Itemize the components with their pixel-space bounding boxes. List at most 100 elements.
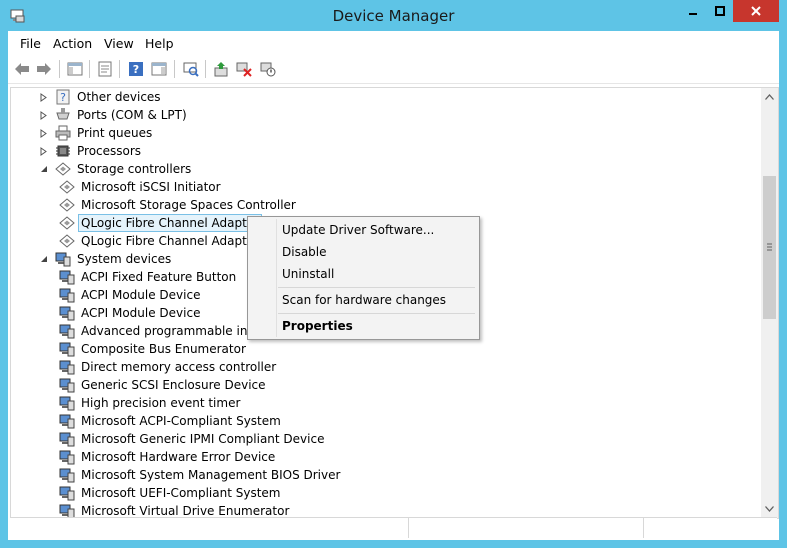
expanded-triangle-icon[interactable] xyxy=(39,164,49,174)
update-driver-icon xyxy=(214,62,228,77)
tree-device-high-precision-event-timer[interactable]: High precision event timer xyxy=(59,394,242,412)
tree-device-direct-memory-access-controller[interactable]: Direct memory access controller xyxy=(59,358,278,376)
tree-item-label: Storage controllers xyxy=(77,162,192,176)
tree-item-label: System devices xyxy=(77,252,172,266)
system-device-icon xyxy=(55,251,71,267)
properties-toolbar-button[interactable] xyxy=(95,59,115,79)
tree-device-microsoft-hardware-error-device[interactable]: Microsoft Hardware Error Device xyxy=(59,448,277,466)
collapsed-triangle-icon[interactable] xyxy=(39,146,49,156)
menu-file[interactable]: File xyxy=(20,36,41,51)
tree-item-label: QLogic Fibre Channel Adapter xyxy=(77,214,263,232)
scroll-up-button[interactable] xyxy=(761,88,778,105)
menu-item-scan-for-hardware-changes[interactable]: Scan for hardware changes xyxy=(282,293,446,307)
tree-device-acpi-module-device[interactable]: ACPI Module Device xyxy=(59,304,202,322)
tree-item-label: ACPI Fixed Feature Button xyxy=(81,270,237,284)
vertical-scrollbar[interactable] xyxy=(761,87,779,519)
chevron-up-icon xyxy=(765,93,774,100)
scan-hardware-icon xyxy=(183,62,199,77)
system-device-icon xyxy=(59,485,75,501)
tree-item-label: ACPI Module Device xyxy=(81,288,201,302)
tree-device-acpi-module-device[interactable]: ACPI Module Device xyxy=(59,286,202,304)
tree-device-composite-bus-enumerator[interactable]: Composite Bus Enumerator xyxy=(59,340,248,358)
client-area: File Action View Help ? ? Other devices … xyxy=(8,31,779,540)
tree-item-label: Direct memory access controller xyxy=(81,360,277,374)
collapsed-triangle-icon[interactable] xyxy=(39,110,49,120)
tree-category-ports-com-lpt[interactable]: Ports (COM & LPT) xyxy=(39,106,189,124)
tree-item-label: QLogic Fibre Channel Adapter xyxy=(81,234,260,248)
tree-item-label: Microsoft System Management BIOS Driver xyxy=(81,468,341,482)
tree-device-microsoft-storage-spaces-controller[interactable]: Microsoft Storage Spaces Controller xyxy=(59,196,298,214)
uninstall-device-button[interactable] xyxy=(234,59,254,79)
menu-action[interactable]: Action xyxy=(53,36,92,51)
storage-controller-icon xyxy=(55,161,71,177)
tree-item-label: Microsoft ACPI-Compliant System xyxy=(81,414,281,428)
maximize-button[interactable] xyxy=(706,0,733,22)
help-button[interactable]: ? xyxy=(126,59,146,79)
properties-page-icon xyxy=(98,61,112,77)
system-device-icon xyxy=(59,359,75,375)
tree-item-label: Print queues xyxy=(77,126,153,140)
tree-device-qlogic-fibre-channel-adapter[interactable]: QLogic Fibre Channel Adapter xyxy=(59,232,261,250)
tree-item-label: Composite Bus Enumerator xyxy=(81,342,246,356)
tree-category-storage-controllers[interactable]: Storage controllers xyxy=(39,160,193,178)
tree-category-system-devices[interactable]: System devices xyxy=(39,250,173,268)
port-icon xyxy=(55,107,71,123)
menu-item-uninstall[interactable]: Uninstall xyxy=(282,267,334,281)
show-hide-action-pane-button[interactable] xyxy=(149,59,169,79)
minimize-button[interactable] xyxy=(679,0,706,22)
disable-device-button[interactable] xyxy=(258,59,278,79)
back-arrow-icon xyxy=(15,63,29,75)
action-pane-icon xyxy=(151,62,167,76)
menu-item-properties[interactable]: Properties xyxy=(282,319,353,333)
uninstall-device-icon xyxy=(236,62,252,77)
tree-category-print-queues[interactable]: Print queues xyxy=(39,124,154,142)
tree-category-processors[interactable]: Processors xyxy=(39,142,143,160)
tree-category-other-devices[interactable]: ? Other devices xyxy=(39,88,163,106)
back-button[interactable] xyxy=(12,59,32,79)
show-hide-console-tree-button[interactable] xyxy=(65,59,85,79)
toolbar: ? xyxy=(8,55,779,84)
tree-device-qlogic-fibre-channel-adapter[interactable]: QLogic Fibre Channel Adapter xyxy=(59,214,263,232)
console-tree-icon xyxy=(67,62,83,76)
window-title: Device Manager xyxy=(332,7,455,25)
system-device-icon xyxy=(59,323,75,339)
tree-item-label: Microsoft UEFI-Compliant System xyxy=(81,486,281,500)
tree-device-microsoft-system-management-bios-driver[interactable]: Microsoft System Management BIOS Driver xyxy=(59,466,342,484)
minimize-icon xyxy=(688,13,697,15)
tree-item-label: High precision event timer xyxy=(81,396,241,410)
storage-controller-icon xyxy=(59,179,75,195)
scan-hardware-button[interactable] xyxy=(181,59,201,79)
system-device-icon xyxy=(59,395,75,411)
tree-device-microsoft-acpi-compliant-system[interactable]: Microsoft ACPI-Compliant System xyxy=(59,412,283,430)
svg-text:?: ? xyxy=(60,91,66,104)
tree-item-label: Microsoft Generic IPMI Compliant Device xyxy=(81,432,325,446)
forward-arrow-icon xyxy=(37,63,51,75)
tree-device-microsoft-generic-ipmi-compliant-device[interactable]: Microsoft Generic IPMI Compliant Device xyxy=(59,430,326,448)
scroll-down-button[interactable] xyxy=(761,500,778,517)
system-device-icon xyxy=(59,377,75,393)
menu-view[interactable]: View xyxy=(104,36,134,51)
tree-device-microsoft-uefi-compliant-system[interactable]: Microsoft UEFI-Compliant System xyxy=(59,484,282,502)
system-device-icon xyxy=(59,341,75,357)
status-bar-panel xyxy=(10,518,409,538)
device-manager-window: Device Manager File Action View Help ? ?… xyxy=(0,0,787,548)
printer-icon xyxy=(55,125,71,141)
menu-item-update-driver-software[interactable]: Update Driver Software... xyxy=(282,223,434,237)
menu-help[interactable]: Help xyxy=(145,36,174,51)
system-device-icon xyxy=(59,413,75,429)
scrollbar-thumb[interactable] xyxy=(763,176,776,319)
tree-device-microsoft-iscsi-initiator[interactable]: Microsoft iSCSI Initiator xyxy=(59,178,223,196)
collapsed-triangle-icon[interactable] xyxy=(39,128,49,138)
collapsed-triangle-icon[interactable] xyxy=(39,92,49,102)
expanded-triangle-icon[interactable] xyxy=(39,254,49,264)
menu-item-disable[interactable]: Disable xyxy=(282,245,327,259)
close-button[interactable] xyxy=(733,0,779,22)
update-driver-button[interactable] xyxy=(211,59,231,79)
maximize-icon xyxy=(714,6,725,16)
tree-device-generic-scsi-enclosure-device[interactable]: Generic SCSI Enclosure Device xyxy=(59,376,268,394)
grip-icon xyxy=(767,243,772,251)
tree-device-acpi-fixed-feature-button[interactable]: ACPI Fixed Feature Button xyxy=(59,268,238,286)
title-bar[interactable]: Device Manager xyxy=(0,0,787,32)
forward-button[interactable] xyxy=(34,59,54,79)
tree-item-label: Generic SCSI Enclosure Device xyxy=(81,378,266,392)
